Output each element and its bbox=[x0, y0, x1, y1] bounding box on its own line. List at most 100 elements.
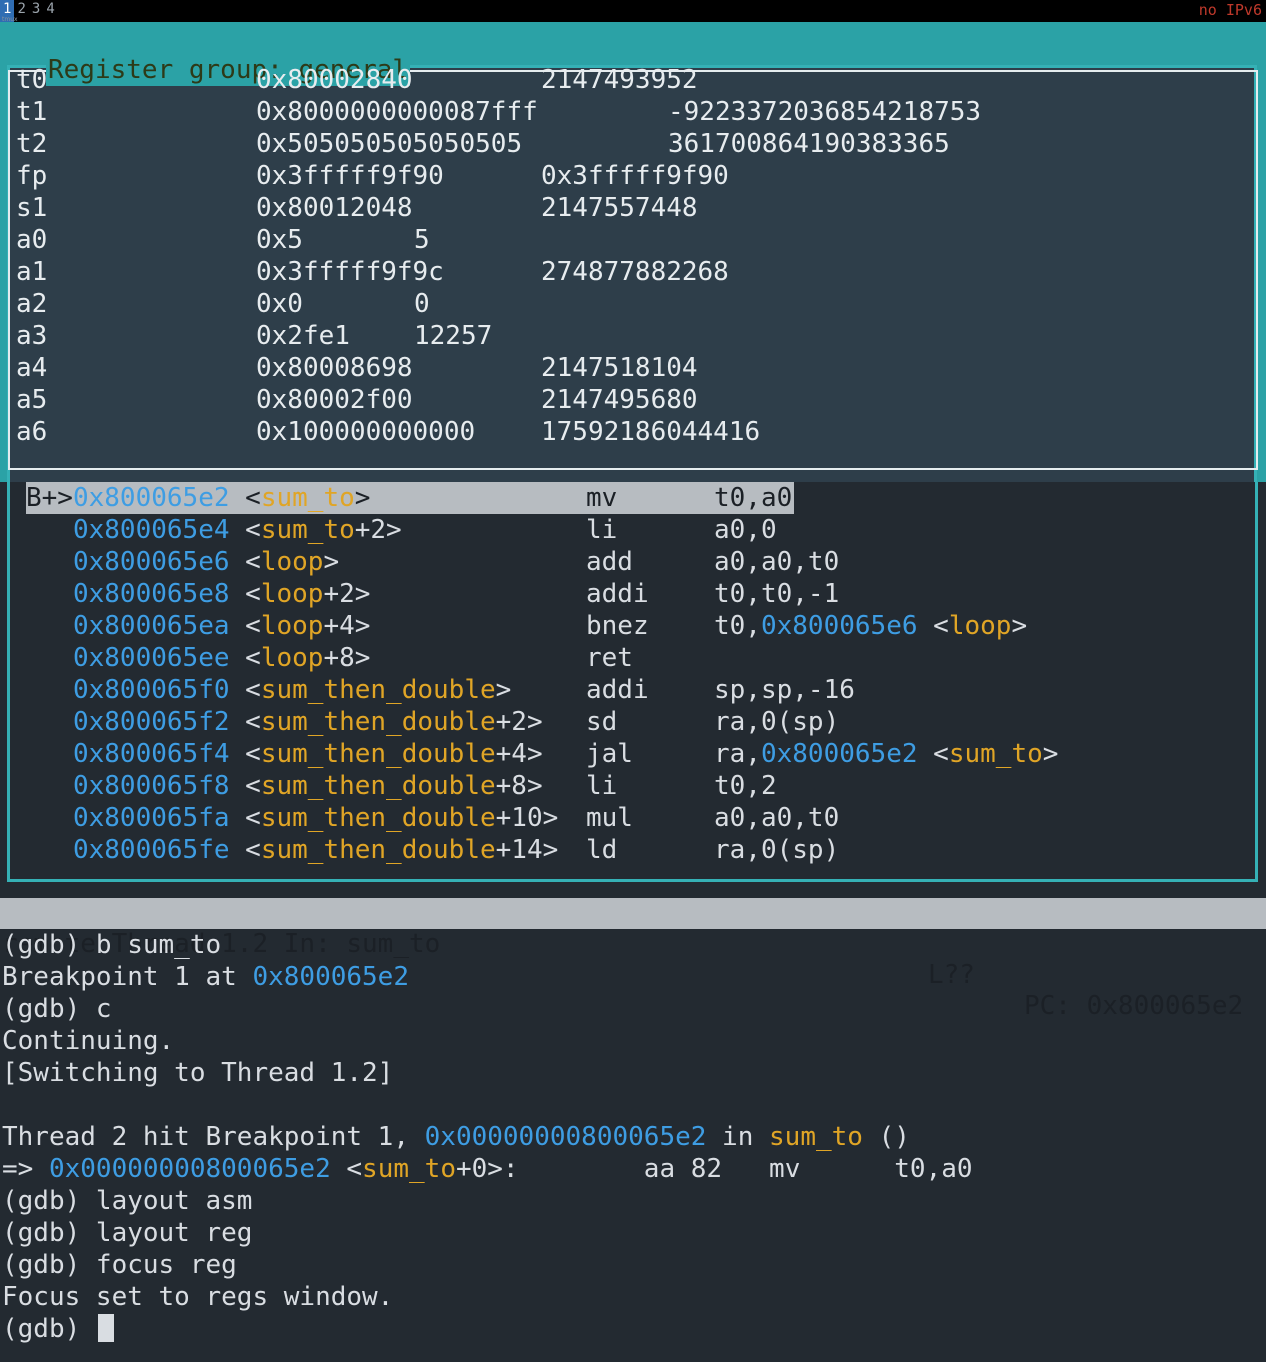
asm-address: 0x800065fa bbox=[72, 803, 230, 833]
asm-mnemonic: sd bbox=[586, 707, 618, 737]
asm-mnemonic: add bbox=[586, 547, 633, 577]
register-name: s1 bbox=[16, 193, 48, 223]
tmux-window-tab-4[interactable]: 4 bbox=[43, 0, 57, 22]
asm-mnemonic: ld bbox=[586, 835, 618, 865]
asm-symbol: sum_to bbox=[260, 515, 355, 545]
register-hex-value: 0x3fffff9f9c bbox=[256, 257, 444, 287]
register-natural-value: 2147493952 bbox=[541, 65, 698, 95]
asm-symbol: sum_then_double bbox=[260, 707, 496, 737]
program-counter: PC: 0x800065e2 bbox=[1024, 991, 1244, 1021]
register-name: t2 bbox=[16, 129, 48, 159]
register-natural-value: 5 bbox=[414, 225, 430, 255]
asm-instruction-row: 0x800065e8 <loop+2> addi t0,t0,-1 bbox=[26, 578, 839, 610]
asm-address: 0x800065ee bbox=[72, 643, 230, 673]
asm-instruction-row: 0x800065e4 <sum_to+2> li a0,0 bbox=[26, 514, 777, 546]
line-number: L?? bbox=[928, 960, 975, 990]
tmux-network-status: no IPv6 bbox=[1198, 1, 1262, 19]
asm-mnemonic: jal bbox=[586, 739, 633, 769]
asm-mnemonic: bnez bbox=[586, 611, 649, 641]
asm-address: 0x800065e8 bbox=[72, 579, 230, 609]
register-natural-value: 17592186044416 bbox=[541, 417, 761, 447]
register-natural-value: 361700864190383365 bbox=[668, 129, 950, 159]
assembly-window[interactable]: B+>0x800065e2 <sum_to> mv t0,a0 0x800065e4… bbox=[7, 482, 1258, 882]
asm-offset: +2> bbox=[323, 579, 371, 609]
console-line: (gdb) layout reg bbox=[2, 1218, 253, 1248]
asm-offset: +2> bbox=[354, 515, 402, 545]
asm-mnemonic: addi bbox=[586, 675, 649, 705]
asm-address: 0x800065ea bbox=[72, 611, 230, 641]
asm-offset: +14> bbox=[495, 835, 559, 865]
asm-address: 0x800065f2 bbox=[72, 707, 230, 737]
register-name: fp bbox=[16, 161, 48, 191]
asm-offset: > bbox=[354, 483, 371, 513]
register-hex-value: 0x0 bbox=[256, 289, 303, 319]
register-name: a6 bbox=[16, 417, 48, 447]
console-line: (gdb) layout asm bbox=[2, 1186, 253, 1216]
asm-instruction-row: 0x800065ea <loop+4> bnez t0,0x800065e6 <lo… bbox=[26, 610, 1027, 642]
asm-location: 0x800065f0 <sum_then_double> bbox=[26, 675, 511, 705]
register-natural-value: 12257 bbox=[414, 321, 493, 351]
asm-symbol: sum_to bbox=[260, 483, 355, 513]
asm-current-instruction: B+>0x800065e2 <sum_to> mv t0,a0 bbox=[26, 482, 794, 514]
asm-symbol: sum_then_double bbox=[260, 771, 496, 801]
register-hex-value: 0x505050505050505 bbox=[256, 129, 523, 159]
register-window[interactable]: Register group: general t0 0x80002840 2147… bbox=[0, 22, 1266, 485]
breakpoint-marker bbox=[26, 675, 73, 705]
asm-symbol: sum_then_double bbox=[260, 835, 496, 865]
register-natural-value: 2147495680 bbox=[541, 385, 698, 415]
breakpoint-marker bbox=[26, 547, 73, 577]
register-natural-value: 2147557448 bbox=[541, 193, 698, 223]
asm-instruction-row: 0x800065f2 <sum_then_double+2> sd ra,0(sp) bbox=[26, 706, 839, 738]
register-name: a3 bbox=[16, 321, 48, 351]
register-natural-value: -9223372036854218753 bbox=[668, 97, 982, 127]
console-line: Continuing. bbox=[2, 1026, 175, 1056]
asm-instruction-row: 0x800065f4 <sum_then_double+4> jal ra,0x80… bbox=[26, 738, 1058, 770]
console-line: Thread 2 hit Breakpoint 1, 0x00000000800… bbox=[2, 1122, 910, 1152]
asm-symbol: loop bbox=[260, 547, 324, 577]
console-line: (gdb) focus reg bbox=[2, 1250, 237, 1280]
asm-address: 0x800065e2 bbox=[72, 483, 230, 513]
gdb-prompt[interactable]: (gdb) bbox=[2, 1313, 114, 1345]
asm-branch-target: 0x800065e6 bbox=[760, 611, 918, 641]
asm-operands: ra,0(sp) bbox=[714, 835, 840, 865]
console-line: Breakpoint 1 at 0x800065e2 bbox=[2, 962, 409, 992]
register-hex-value: 0x80012048 bbox=[256, 193, 413, 223]
asm-instruction-row: 0x800065f8 <sum_then_double+8> li t0,2 bbox=[26, 770, 777, 802]
register-name: a5 bbox=[16, 385, 48, 415]
register-name: a2 bbox=[16, 289, 48, 319]
text-cursor bbox=[97, 1314, 114, 1342]
asm-offset: +4> bbox=[323, 611, 371, 641]
asm-operands: a0,0 bbox=[714, 515, 777, 545]
register-name: a1 bbox=[16, 257, 48, 287]
breakpoint-marker: B+> bbox=[26, 483, 73, 513]
asm-location: 0x800065e4 <sum_to+2> bbox=[26, 515, 402, 545]
asm-symbol: sum_then_double bbox=[260, 803, 496, 833]
console-line: (gdb) c bbox=[2, 994, 112, 1024]
tmux-status-bar: 1234 tmux no IPv6 bbox=[0, 0, 1266, 23]
register-hex-value: 0x3fffff9f90 bbox=[256, 161, 444, 191]
asm-operands: a0,a0,t0 bbox=[714, 803, 840, 833]
asm-symbol: sum_then_double bbox=[260, 739, 496, 769]
breakpoint-marker bbox=[26, 835, 73, 865]
asm-branch-symbol: sum_to bbox=[948, 739, 1043, 769]
asm-mnemonic: li bbox=[586, 771, 618, 801]
asm-address: 0x800065f0 bbox=[72, 675, 230, 705]
register-hex-value: 0x100000000000 bbox=[256, 417, 476, 447]
breakpoint-marker bbox=[26, 515, 73, 545]
asm-location: 0x800065f8 <sum_then_double+8> bbox=[26, 771, 543, 801]
asm-branch-target: 0x800065e2 bbox=[760, 739, 918, 769]
asm-instruction-row: 0x800065ee <loop+8> ret bbox=[26, 642, 633, 674]
console-line: Focus set to regs window. bbox=[2, 1282, 394, 1312]
asm-mnemonic: li bbox=[586, 515, 618, 545]
register-hex-value: 0x2fe1 bbox=[256, 321, 350, 351]
tmux-window-tab-3[interactable]: 3 bbox=[29, 0, 43, 22]
asm-instruction-row: 0x800065e6 <loop> add a0,a0,t0 bbox=[26, 546, 839, 578]
asm-symbol: loop bbox=[260, 611, 324, 641]
asm-location: 0x800065fa <sum_then_double+10> bbox=[26, 803, 558, 833]
console-line: => 0x00000000800065e2 <sum_to+0>: aa 82 … bbox=[2, 1154, 973, 1184]
asm-offset: +10> bbox=[495, 803, 559, 833]
asm-operands: t0,a0 bbox=[714, 483, 793, 513]
asm-instruction-row: 0x800065f0 <sum_then_double> addi sp,sp,-1… bbox=[26, 674, 855, 706]
asm-location: B+>0x800065e2 <sum_to> bbox=[26, 483, 371, 513]
register-hex-value: 0x80008698 bbox=[256, 353, 413, 383]
